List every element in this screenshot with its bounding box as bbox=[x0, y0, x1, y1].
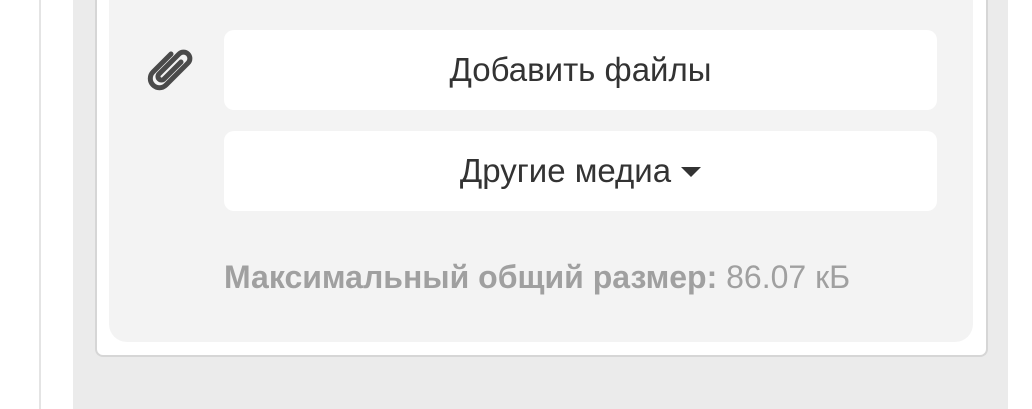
other-media-label: Другие медиа bbox=[459, 152, 672, 189]
left-divider bbox=[39, 0, 41, 409]
add-files-label: Добавить файлы bbox=[449, 51, 712, 88]
max-size-info: Максимальный общий размер: 86.07 кБ bbox=[224, 259, 850, 299]
add-files-button[interactable]: Добавить файлы bbox=[224, 30, 937, 110]
max-size-value: 86.07 кБ bbox=[726, 259, 851, 295]
caret-down-icon bbox=[681, 167, 702, 177]
page: Добавить файлы Другие медиа Максимальный… bbox=[0, 0, 1032, 409]
paperclip-icon bbox=[141, 42, 199, 102]
max-size-label: Максимальный общий размер: bbox=[224, 259, 718, 295]
other-media-dropdown[interactable]: Другие медиа bbox=[224, 131, 937, 211]
